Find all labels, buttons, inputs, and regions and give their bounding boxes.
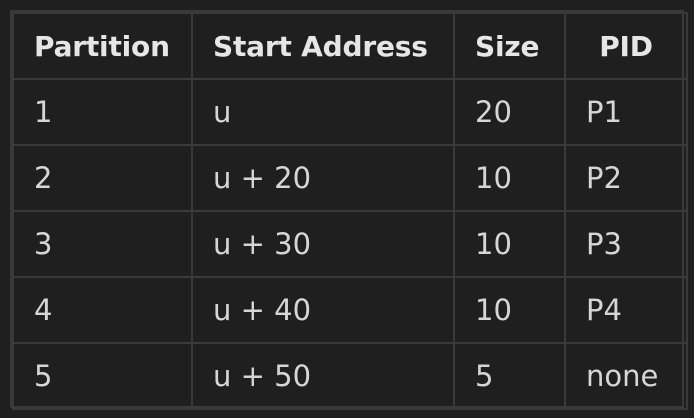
cell-pid: P1 <box>564 78 688 146</box>
table-header: Partition Start Address Size PID <box>12 12 688 80</box>
cell-start-address: u + 40 <box>191 276 455 344</box>
header-size: Size <box>453 12 566 80</box>
cell-pid: P2 <box>564 144 688 212</box>
cell-size: 10 <box>453 210 566 278</box>
cell-pid: none <box>564 342 688 410</box>
partition-table-container: Partition Start Address Size PID 1 u 20 … <box>10 10 688 410</box>
cell-start-address: u + 20 <box>191 144 455 212</box>
table-row: 1 u 20 P1 <box>12 78 688 146</box>
cell-size: 10 <box>453 276 566 344</box>
cell-partition: 4 <box>12 276 193 344</box>
table-row: 5 u + 50 5 none <box>12 342 688 410</box>
cell-partition: 1 <box>12 78 193 146</box>
cell-size: 10 <box>453 144 566 212</box>
header-start-address: Start Address <box>191 12 455 80</box>
cell-partition: 2 <box>12 144 193 212</box>
table-row: 3 u + 30 10 P3 <box>12 210 688 278</box>
cell-start-address: u + 30 <box>191 210 455 278</box>
cell-start-address: u <box>191 78 455 146</box>
table-row: 2 u + 20 10 P2 <box>12 144 688 212</box>
table-row: 4 u + 40 10 P4 <box>12 276 688 344</box>
header-pid: PID <box>564 12 688 80</box>
table-body: 1 u 20 P1 2 u + 20 10 P2 3 u + 30 10 P3 … <box>12 78 688 410</box>
cell-size: 5 <box>453 342 566 410</box>
header-row: Partition Start Address Size PID <box>12 12 688 80</box>
cell-start-address: u + 50 <box>191 342 455 410</box>
cell-pid: P4 <box>564 276 688 344</box>
cell-size: 20 <box>453 78 566 146</box>
cell-partition: 5 <box>12 342 193 410</box>
cell-pid: P3 <box>564 210 688 278</box>
partition-table: Partition Start Address Size PID 1 u 20 … <box>12 12 688 410</box>
header-partition: Partition <box>12 12 193 80</box>
cell-partition: 3 <box>12 210 193 278</box>
